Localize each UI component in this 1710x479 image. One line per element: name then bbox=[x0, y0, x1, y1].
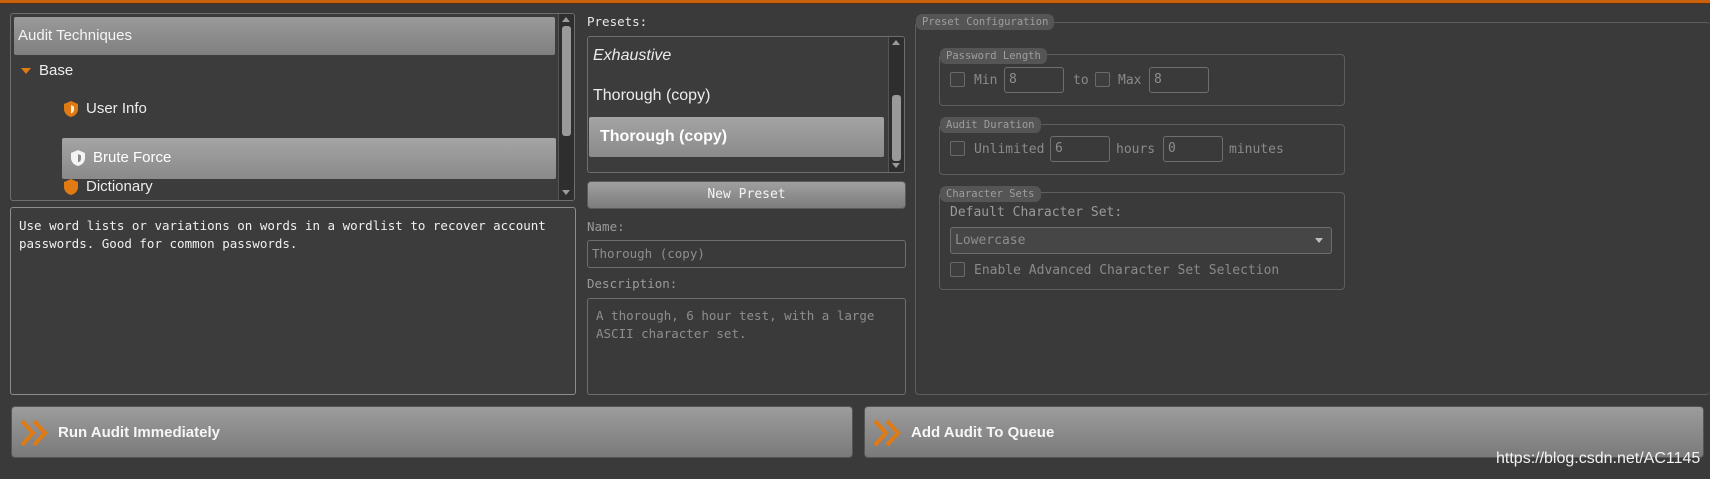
max-label: Max bbox=[1118, 73, 1142, 88]
unlimited-label: Unlimited bbox=[974, 142, 1045, 157]
min-length-field[interactable]: 8 bbox=[1004, 67, 1064, 93]
preset-name-field[interactable]: Thorough (copy) bbox=[587, 240, 906, 268]
minutes-label: minutes bbox=[1229, 142, 1284, 157]
double-chevron-icon bbox=[873, 419, 901, 447]
unlimited-checkbox[interactable] bbox=[950, 141, 965, 156]
preset-description-field[interactable]: A thorough, 6 hour test, with a large AS… bbox=[587, 298, 906, 395]
to-label: to bbox=[1073, 73, 1089, 88]
description-label: Description: bbox=[587, 276, 678, 291]
scroll-up-icon[interactable] bbox=[892, 40, 900, 45]
max-checkbox[interactable] bbox=[1095, 72, 1110, 87]
chevron-down-icon bbox=[1315, 238, 1323, 243]
scroll-thumb[interactable] bbox=[892, 95, 901, 161]
preset-exhaustive[interactable]: Exhaustive bbox=[593, 47, 671, 65]
run-audit-immediately-button[interactable]: Run Audit Immediately bbox=[11, 406, 853, 458]
preset-thorough-copy[interactable]: Thorough (copy) bbox=[593, 87, 710, 105]
default-character-set-label: Default Character Set: bbox=[950, 205, 1123, 220]
min-label: Min bbox=[974, 73, 998, 88]
audit-techniques-tree[interactable]: Audit Techniques Base User Info Brute Fo… bbox=[10, 13, 575, 201]
scroll-down-icon[interactable] bbox=[892, 163, 900, 168]
new-preset-button[interactable]: New Preset bbox=[587, 181, 906, 209]
presets-list[interactable]: Exhaustive Thorough (copy) Thorough (cop… bbox=[587, 36, 905, 173]
shield-icon bbox=[63, 100, 79, 123]
hours-field[interactable]: 6 bbox=[1050, 136, 1110, 162]
tree-scrollbar[interactable] bbox=[558, 14, 574, 200]
character-set-selected: Lowercase bbox=[955, 233, 1026, 248]
shield-icon bbox=[70, 149, 86, 172]
double-chevron-icon bbox=[20, 419, 48, 447]
advanced-character-set-checkbox[interactable] bbox=[950, 262, 965, 277]
audit-duration-title: Audit Duration bbox=[940, 117, 1041, 133]
triangle-down-icon[interactable] bbox=[21, 68, 31, 74]
presets-label: Presets: bbox=[587, 14, 648, 29]
shield-icon bbox=[63, 178, 79, 200]
name-label: Name: bbox=[587, 219, 625, 234]
preset-thorough-copy-selected[interactable]: Thorough (copy) bbox=[589, 117, 884, 157]
watermark-url: https://blog.csdn.net/AC1145 bbox=[1496, 450, 1701, 467]
tree-header: Audit Techniques bbox=[14, 17, 555, 55]
tree-item-dictionary[interactable]: Dictionary bbox=[86, 178, 153, 195]
run-audit-label: Run Audit Immediately bbox=[58, 424, 220, 441]
max-length-field[interactable]: 8 bbox=[1149, 67, 1209, 93]
presets-scrollbar[interactable] bbox=[888, 37, 904, 172]
tree-item-user-info[interactable]: User Info bbox=[86, 100, 147, 117]
scroll-up-icon[interactable] bbox=[562, 17, 570, 22]
scroll-down-icon[interactable] bbox=[562, 190, 570, 195]
hours-label: hours bbox=[1116, 142, 1156, 157]
password-length-title: Password Length bbox=[940, 48, 1047, 64]
character-sets-title: Character Sets bbox=[940, 186, 1041, 202]
tree-item-label: Brute Force bbox=[93, 149, 172, 166]
add-audit-label: Add Audit To Queue bbox=[911, 424, 1055, 441]
advanced-character-set-label: Enable Advanced Character Set Selection bbox=[974, 263, 1280, 278]
minutes-field[interactable]: 0 bbox=[1163, 136, 1223, 162]
min-checkbox[interactable] bbox=[950, 72, 965, 87]
preset-configuration-title: Preset Configuration bbox=[916, 14, 1055, 30]
tree-item-brute-force[interactable]: Brute Force bbox=[62, 138, 556, 179]
scroll-thumb[interactable] bbox=[562, 26, 571, 136]
tree-item-base[interactable]: Base bbox=[39, 62, 73, 79]
character-set-dropdown[interactable]: Lowercase bbox=[950, 227, 1332, 254]
preset-label: Thorough (copy) bbox=[600, 128, 728, 145]
technique-description: Use word lists or variations on words in… bbox=[10, 207, 576, 395]
window-top-bar bbox=[0, 0, 1710, 4]
